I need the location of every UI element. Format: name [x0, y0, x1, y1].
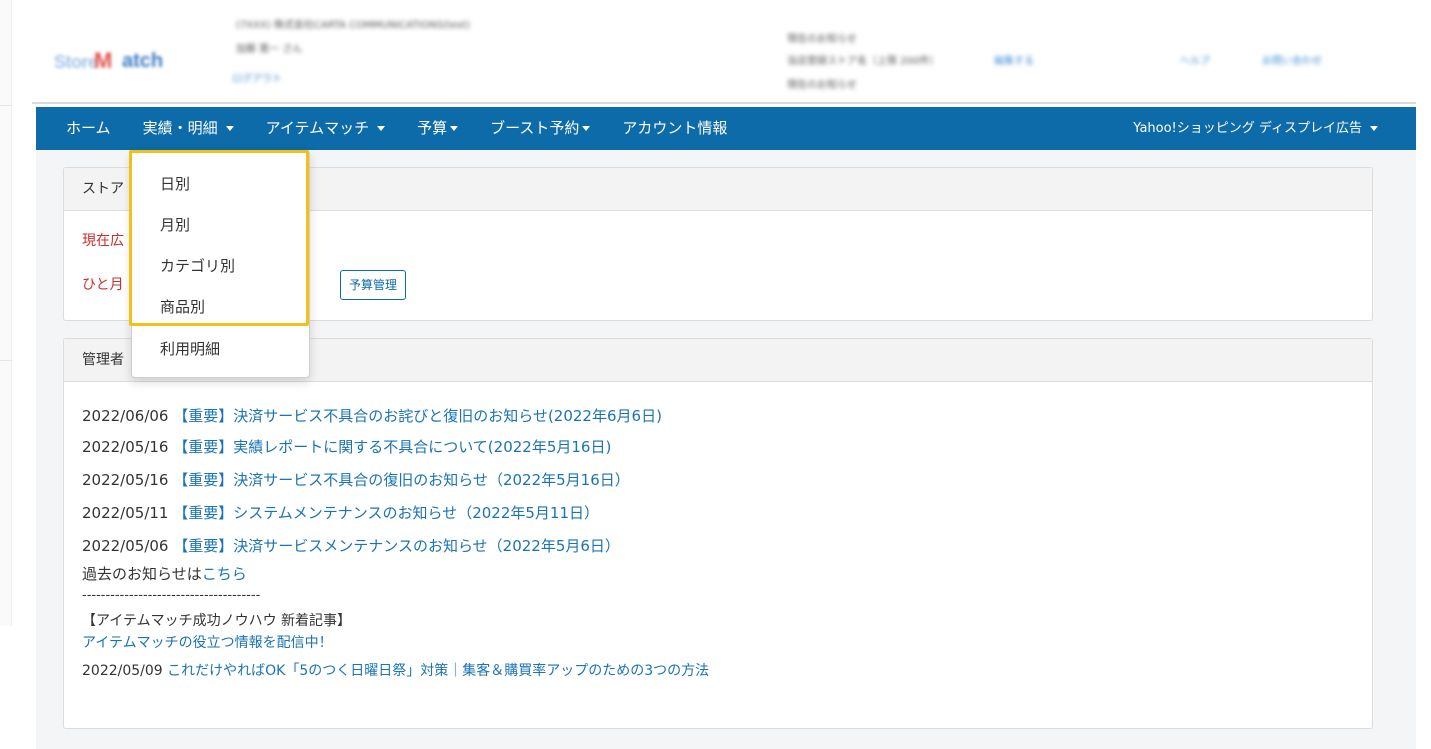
news-item: 2022/05/06 【重要】決済サービスメンテナンスのお知らせ（2022年5月…	[82, 535, 620, 556]
dropdown-item-category[interactable]: カテゴリ別	[160, 255, 235, 276]
nav-home-label: ホーム	[66, 119, 111, 137]
caret-down-icon	[1370, 126, 1378, 131]
dropdown-item-monthly[interactable]: 月別	[160, 214, 190, 235]
site-header: Store M atch (7XXX) 株式会社CARTA COMMUNICAT…	[32, 0, 1416, 104]
nav-boost-label: ブースト予約	[490, 119, 580, 137]
nav-budget-label: 予算	[417, 119, 448, 137]
news-item: 2022/06/06 【重要】決済サービス不具合のお詫びと復旧のお知らせ(202…	[82, 405, 662, 426]
news-item: 2022/05/16 【重要】実績レポートに関する不具合について(2022年5月…	[82, 436, 611, 457]
store-info-title: 現在のお知らせ	[787, 34, 857, 45]
news-date: 2022/05/06	[82, 537, 169, 555]
news-date: 2022/05/16	[82, 438, 169, 456]
dropdown-item-usage-details[interactable]: 利用明細	[160, 338, 220, 359]
monthly-budget-status: ひと月	[82, 277, 124, 293]
logout-link[interactable]: ログアウト	[232, 70, 282, 85]
article-link[interactable]: これだけやればOK「5のつく日曜日祭」対策｜集客＆購買率アップのための3つの方法	[167, 663, 709, 679]
news-date: 2022/06/06	[82, 407, 169, 425]
nav-itemmatch-dropdown[interactable]: アイテムマッチ	[250, 107, 402, 150]
left-edge-panel	[0, 0, 12, 626]
budget-management-button[interactable]: 予算管理	[340, 270, 407, 300]
past-news-prefix: 過去のお知らせは	[82, 565, 202, 583]
account-user: 加藤 寛一 さん	[236, 44, 303, 55]
nav-itemmatch-label: アイテムマッチ	[265, 119, 370, 137]
caret-down-icon	[225, 126, 234, 131]
store-edit-link[interactable]: 編集する	[994, 52, 1034, 67]
dropdown-item-daily[interactable]: 日別	[160, 173, 190, 194]
news-item: 2022/05/16 【重要】決済サービス不具合の復旧のお知らせ（2022年5月…	[82, 469, 630, 490]
news-link[interactable]: 【重要】システムメンテナンスのお知らせ（2022年5月11日）	[173, 504, 599, 522]
news-link[interactable]: 【重要】実績レポートに関する不具合について(2022年5月16日)	[173, 438, 611, 456]
news-link[interactable]: 【重要】決済サービス不具合の復旧のお知らせ（2022年5月16日）	[173, 471, 630, 489]
nav-account-label: アカウント情報	[622, 119, 728, 137]
news-item: 2022/05/11 【重要】システムメンテナンスのお知らせ（2022年5月11…	[82, 502, 599, 523]
results-dropdown-menu: 日別 月別 カテゴリ別 商品別 利用明細	[131, 150, 310, 378]
article-sub: アイテムマッチの役立つ情報を配信中！	[82, 632, 333, 652]
store-info-note: 現在のお知らせ	[787, 80, 857, 91]
left-edge-divider	[0, 20, 12, 106]
dropdown-item-product[interactable]: 商品別	[160, 296, 205, 317]
logo-text-store: Store	[54, 52, 98, 72]
current-ad-status: 現在広	[82, 233, 124, 249]
nav-service-label: Yahoo!ショッピング ディスプレイ広告	[1133, 121, 1362, 136]
store-info-detail: 当店登録ストア名（上限 200件）	[787, 56, 940, 67]
past-news-line: 過去のお知らせはこちら	[82, 563, 247, 584]
left-edge-divider	[0, 360, 12, 361]
contact-link[interactable]: お問い合わせ	[1262, 52, 1322, 67]
news-link[interactable]: 【重要】決済サービスメンテナンスのお知らせ（2022年5月6日）	[173, 537, 620, 555]
news-date: 2022/05/11	[82, 504, 169, 522]
article-item: 2022/05/09 これだけやればOK「5のつく日曜日祭」対策｜集客＆購買率ア…	[82, 660, 709, 680]
help-link[interactable]: ヘルプ	[1180, 52, 1210, 67]
admin-notice-card: 管理者 2022/06/06 【重要】決済サービス不具合のお詫びと復旧のお知らせ…	[63, 338, 1373, 729]
logo-text-m: M	[94, 48, 113, 73]
news-link[interactable]: 【重要】決済サービス不具合のお詫びと復旧のお知らせ(2022年6月6日)	[173, 407, 662, 425]
article-sub-link[interactable]: アイテムマッチの役立つ情報を配信中！	[82, 635, 333, 651]
nav-results-dropdown[interactable]: 実績・明細	[127, 107, 250, 150]
caret-down-icon	[582, 126, 591, 131]
past-news-link[interactable]: こちら	[202, 565, 247, 583]
nav-results-label: 実績・明細	[142, 119, 218, 137]
news-date: 2022/05/16	[82, 471, 169, 489]
article-date: 2022/05/09	[82, 663, 163, 679]
account-company: (7XXX) 株式会社CARTA COMMUNICATIONS(test)	[236, 20, 470, 31]
caret-down-icon	[377, 126, 386, 131]
nav-budget-dropdown[interactable]: 予算	[401, 107, 474, 150]
logo-text-atch: atch	[122, 50, 164, 72]
nav-boost-dropdown[interactable]: ブースト予約	[474, 107, 606, 150]
nav-home[interactable]: ホーム	[36, 107, 127, 150]
caret-down-icon	[450, 126, 459, 131]
nav-account[interactable]: アカウント情報	[606, 107, 743, 150]
nav-service-selector[interactable]: Yahoo!ショッピング ディスプレイ広告	[1133, 107, 1378, 150]
article-heading: 【アイテムマッチ成功ノウハウ 新着記事】	[82, 613, 352, 629]
text-divider: --------------------------------------	[82, 588, 261, 603]
main-navbar: ホーム 実績・明細 アイテムマッチ 予算 ブースト予約 アカウント情報 Yaho…	[36, 107, 1416, 150]
store-match-logo[interactable]: Store M atch	[54, 42, 194, 78]
